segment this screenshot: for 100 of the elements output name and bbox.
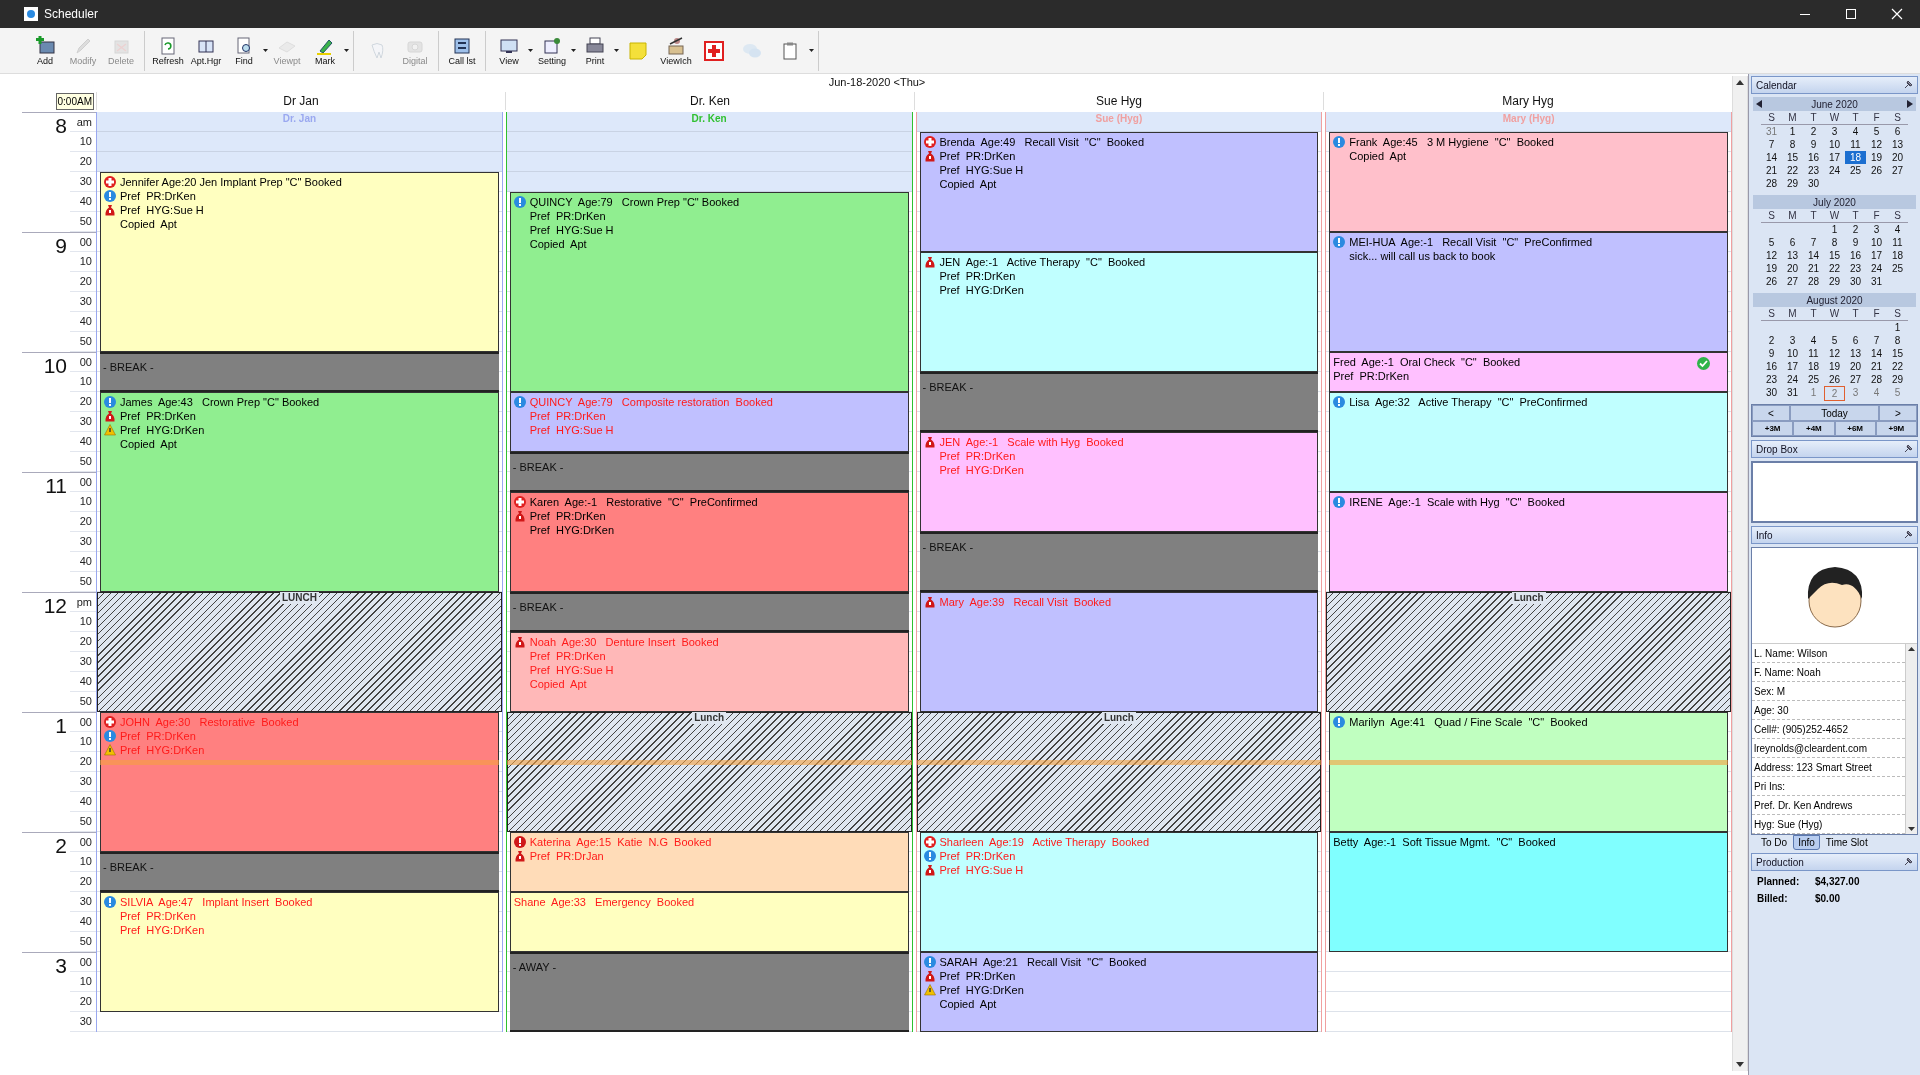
appointment-block[interactable]: Lisa Age:32 Active Therapy "C" PreConfirmed — [1329, 392, 1728, 492]
toolbar-button[interactable]: Find — [225, 30, 263, 71]
toolbar-button[interactable]: View — [490, 30, 528, 71]
calendar-day[interactable]: 7 — [1803, 236, 1824, 249]
jump-button[interactable]: +4M — [1793, 421, 1835, 436]
calendar-day[interactable]: 15 — [1887, 347, 1908, 360]
calendar-day[interactable]: 27 — [1782, 275, 1803, 288]
calendar-day[interactable]: 16 — [1761, 360, 1782, 373]
calendar-day[interactable]: 2 — [1824, 386, 1845, 401]
calendar-day[interactable]: 30 — [1845, 275, 1866, 288]
calendar-day[interactable]: 28 — [1803, 275, 1824, 288]
calendar-day[interactable]: 15 — [1824, 249, 1845, 262]
calendar-day[interactable]: 18 — [1803, 360, 1824, 373]
calendar-day[interactable]: 19 — [1761, 262, 1782, 275]
calendar-day[interactable]: 21 — [1866, 360, 1887, 373]
calendar-day[interactable]: 28 — [1761, 177, 1782, 190]
calendar-day[interactable]: 31 — [1782, 386, 1803, 401]
appointment-block[interactable]: MEI-HUA Age:-1 Recall Visit "C" PreConfirmed sick... will call us back to book — [1329, 232, 1728, 352]
scroll-down-icon[interactable] — [1908, 827, 1915, 831]
calendar-day[interactable]: 5 — [1866, 125, 1887, 138]
calendar-day[interactable]: 13 — [1887, 138, 1908, 151]
calendar-day[interactable]: 7 — [1761, 138, 1782, 151]
appointment-block[interactable]: Shane Age:33 Emergency Booked — [509, 892, 909, 952]
calendar-day[interactable]: 31 — [1761, 125, 1782, 138]
toolbar-button[interactable]: ViewIch — [657, 30, 695, 71]
calendar-day[interactable]: 21 — [1761, 164, 1782, 177]
calendar-nav-button[interactable]: < — [1752, 405, 1790, 421]
calendar-day[interactable]: 9 — [1803, 138, 1824, 151]
calendar-day[interactable]: 13 — [1845, 347, 1866, 360]
calendar-day[interactable]: 29 — [1782, 177, 1803, 190]
calendar-day[interactable]: 15 — [1782, 151, 1803, 164]
calendar-day[interactable]: 1 — [1803, 386, 1824, 401]
calendar-day[interactable]: 24 — [1866, 262, 1887, 275]
calendar-day[interactable]: 4 — [1845, 125, 1866, 138]
calendar-day[interactable]: 5 — [1761, 236, 1782, 249]
calendar-day[interactable]: 1 — [1782, 125, 1803, 138]
calendar-day[interactable]: 18 — [1845, 151, 1866, 164]
calendar-day[interactable]: 16 — [1803, 151, 1824, 164]
calendar-day[interactable]: 20 — [1887, 151, 1908, 164]
calendar-day[interactable]: 1 — [1887, 321, 1908, 334]
calendar-day[interactable]: 14 — [1866, 347, 1887, 360]
calendar-day[interactable]: 4 — [1803, 334, 1824, 347]
calendar-day[interactable]: 24 — [1782, 373, 1803, 386]
calendar-day[interactable]: 2 — [1761, 334, 1782, 347]
calendar-day[interactable]: 16 — [1845, 249, 1866, 262]
calendar-day[interactable]: 7 — [1866, 334, 1887, 347]
scroll-up-icon[interactable] — [1908, 647, 1915, 651]
calendar-day[interactable]: 10 — [1824, 138, 1845, 151]
appointment-block[interactable]: Sharleen Age:19 Active Therapy Booked Pref PR:DrKen Pref HYG:Sue H — [919, 832, 1319, 952]
previous-month-icon[interactable] — [1756, 100, 1762, 108]
appointment-block[interactable]: SILVIA Age:47 Implant Insert Booked Pref PR:DrKen Pref HYG:DrKen — [100, 892, 499, 1012]
info-tab[interactable]: Info — [1793, 835, 1820, 850]
scrollbar[interactable] — [1905, 644, 1917, 834]
calendar-day[interactable]: 9 — [1845, 236, 1866, 249]
calendar-day[interactable]: 5 — [1824, 334, 1845, 347]
calendar-day[interactable]: 8 — [1887, 334, 1908, 347]
calendar-day[interactable]: 10 — [1866, 236, 1887, 249]
calendar-day[interactable]: 14 — [1803, 249, 1824, 262]
toolbar-button[interactable]: Print — [576, 30, 614, 71]
calendar-day[interactable]: 29 — [1887, 373, 1908, 386]
jump-button[interactable]: +6M — [1834, 421, 1876, 436]
calendar-nav-button[interactable]: Today — [1790, 405, 1879, 421]
calendar-day[interactable]: 30 — [1761, 386, 1782, 401]
calendar-day[interactable]: 8 — [1824, 236, 1845, 249]
calendar-day[interactable]: 3 — [1866, 223, 1887, 236]
calendar-day[interactable]: 26 — [1866, 164, 1887, 177]
toolbar-button[interactable]: Setting — [533, 30, 571, 71]
appointment-block[interactable]: Frank Age:45 3 M Hygiene "C" Booked Copied Apt — [1329, 132, 1728, 232]
appointment-block[interactable]: Jennifer Age:20 Jen Implant Prep "C" Booked Pref PR:DrKen Pref HYG:Sue H Copied Apt — [100, 172, 499, 352]
calendar-day[interactable]: 12 — [1824, 347, 1845, 360]
calendar-day[interactable]: 22 — [1887, 360, 1908, 373]
calendar-day[interactable]: 4 — [1887, 223, 1908, 236]
calendar-day[interactable]: 30 — [1803, 177, 1824, 190]
toolbar-button[interactable]: Add — [26, 30, 64, 71]
toolbar-button[interactable]: Mark — [306, 30, 344, 71]
scroll-down-icon[interactable] — [1736, 1062, 1744, 1067]
calendar-day[interactable]: 23 — [1803, 164, 1824, 177]
calendar-day[interactable]: 18 — [1887, 249, 1908, 262]
calendar-day[interactable]: 24 — [1824, 164, 1845, 177]
appointment-block[interactable]: IRENE Age:-1 Scale with Hyg "C" Booked — [1329, 492, 1728, 592]
calendar-day[interactable]: 27 — [1845, 373, 1866, 386]
calendar-day[interactable]: 3 — [1845, 386, 1866, 401]
calendar-day[interactable]: 17 — [1824, 151, 1845, 164]
jump-button[interactable]: +3M — [1752, 421, 1794, 436]
calendar-day[interactable]: 17 — [1866, 249, 1887, 262]
appointment-block[interactable]: SARAH Age:21 Recall Visit "C" Booked Pref PR:DrKen Pref HYG:DrKen Copied Apt — [919, 952, 1319, 1032]
calendar-day[interactable]: 31 — [1866, 275, 1887, 288]
calendar-day[interactable]: 3 — [1824, 125, 1845, 138]
calendar-day[interactable]: 11 — [1845, 138, 1866, 151]
calendar-day[interactable]: 4 — [1866, 386, 1887, 401]
appointment-block[interactable]: JEN Age:-1 Active Therapy "C" Booked Pref PR:DrKen Pref HYG:DrKen — [919, 252, 1319, 372]
appointment-block[interactable]: QUINCY Age:79 Crown Prep "C" Booked Pref PR:DrKen Pref HYG:Sue H Copied Apt — [509, 192, 909, 392]
calendar-day[interactable]: 28 — [1866, 373, 1887, 386]
drop-area[interactable] — [1751, 461, 1918, 523]
toolbar-button[interactable]: Call lst — [443, 30, 481, 71]
calendar-day[interactable]: 26 — [1824, 373, 1845, 386]
calendar-day[interactable]: 27 — [1887, 164, 1908, 177]
appointment-block[interactable]: Betty Age:-1 Soft Tissue Mgmt. "C" Booked — [1329, 832, 1728, 952]
calendar-day[interactable]: 17 — [1782, 360, 1803, 373]
calendar-day[interactable]: 25 — [1803, 373, 1824, 386]
